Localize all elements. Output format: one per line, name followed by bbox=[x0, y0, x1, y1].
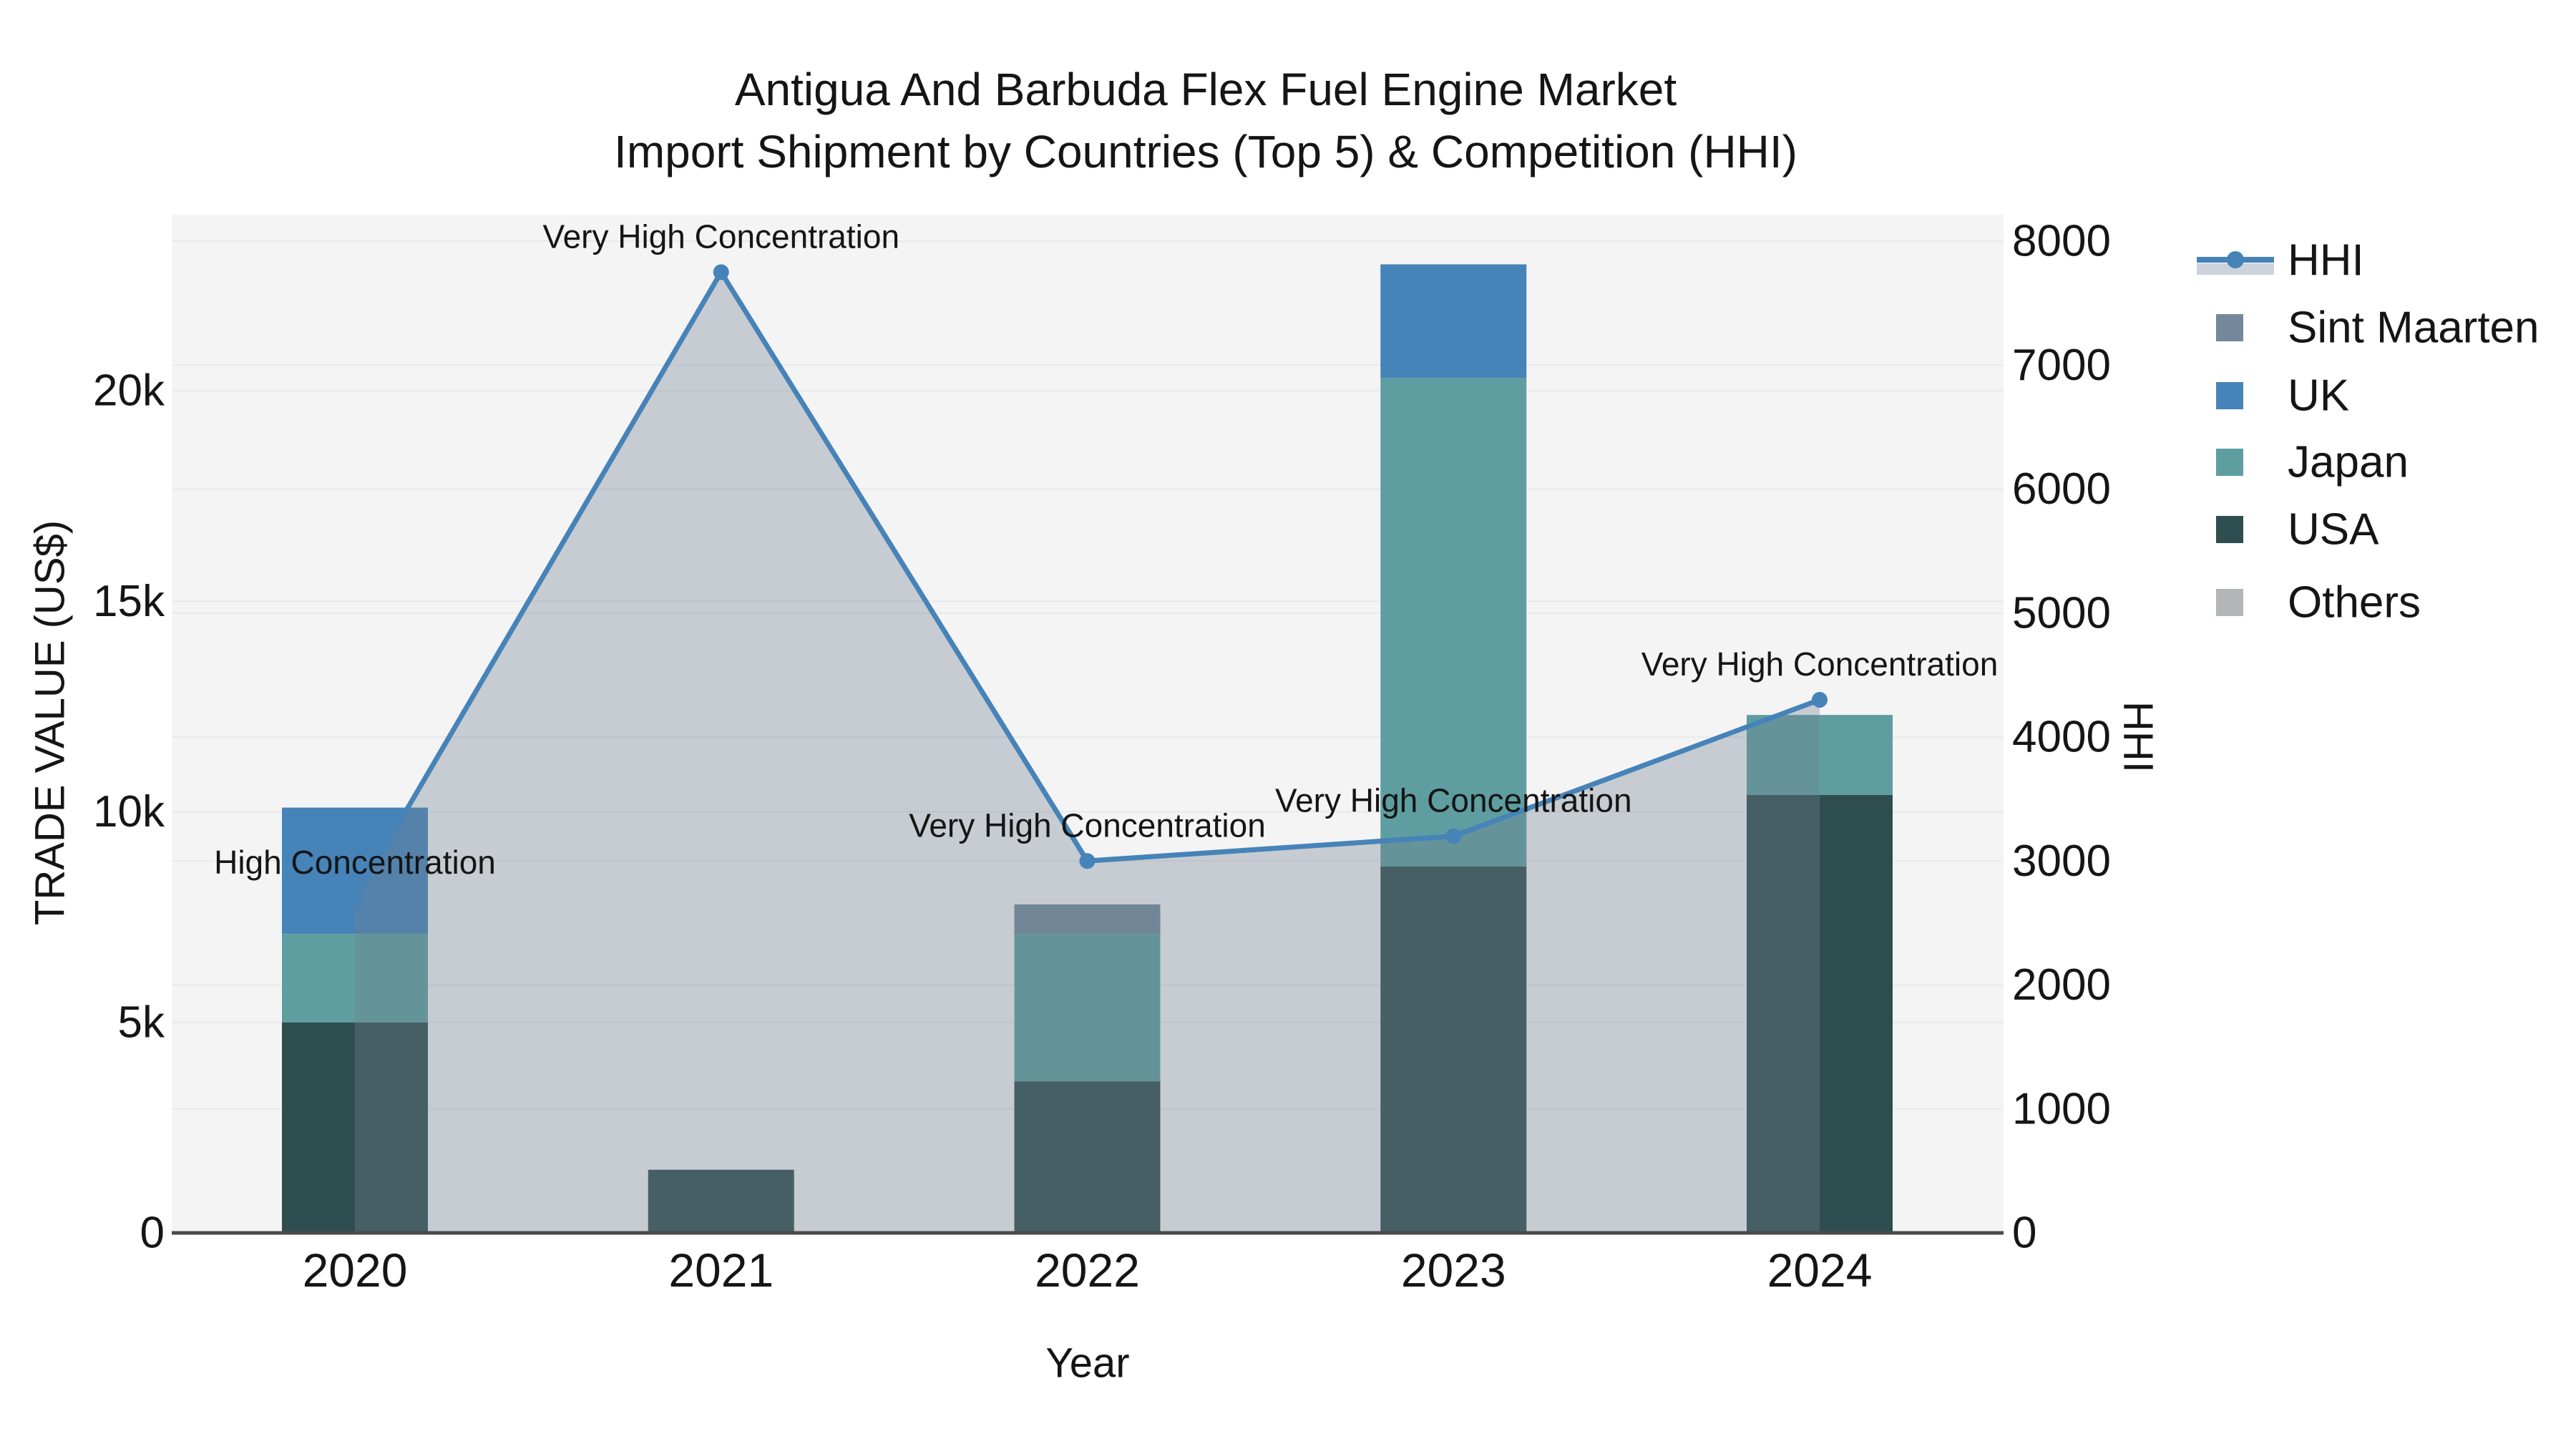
x-tick-label-2021: 2021 bbox=[668, 1244, 774, 1297]
y-right-tick-label: 1000 bbox=[2012, 1084, 2111, 1133]
y-right-tick-label: 2000 bbox=[2012, 960, 2111, 1010]
legend-label: USA bbox=[2288, 505, 2379, 555]
x-tick-label-2022: 2022 bbox=[1035, 1244, 1140, 1297]
x-tick-label-2023: 2023 bbox=[1401, 1244, 1506, 1297]
chart-canvas: Antigua And Barbuda Flex Fuel Engine Mar… bbox=[27, 64, 2540, 1387]
y-left-tick-label: 5k bbox=[118, 997, 165, 1047]
hhi-marker-2022 bbox=[1079, 853, 1096, 869]
y-left-tick-label: 0 bbox=[140, 1209, 165, 1258]
y-right-tick-label: 8000 bbox=[2012, 217, 2111, 266]
legend-label: Sint Maarten bbox=[2288, 303, 2540, 353]
legend-label: Others bbox=[2288, 578, 2421, 628]
y-right-tick-label: 7000 bbox=[2012, 341, 2111, 390]
hhi-marker-2020 bbox=[347, 890, 363, 907]
y-right-tick-label: 3000 bbox=[2012, 836, 2111, 886]
annotation-2020: High Concentration bbox=[214, 844, 496, 881]
legend-item-uk: UK bbox=[2216, 371, 2349, 421]
legend-label: HHI bbox=[2288, 236, 2364, 286]
x-tick-label-2020: 2020 bbox=[303, 1244, 408, 1297]
hhi-marker-legend-icon bbox=[2227, 251, 2244, 268]
plot-area: High Concentration Very High Concentratio… bbox=[93, 215, 2111, 1297]
x-axis-title: Year bbox=[1045, 1340, 1129, 1387]
y-right-tick-label: 6000 bbox=[2012, 464, 2111, 514]
legend: HHI Sint Maarten UK Japan USA Others bbox=[2197, 236, 2540, 628]
legend-color-swatch bbox=[2216, 589, 2243, 616]
annotation-2024: Very High Concentration bbox=[1641, 645, 1999, 683]
chart-title-line1: Antigua And Barbuda Flex Fuel Engine Mar… bbox=[735, 64, 1677, 115]
legend-color-swatch bbox=[2216, 382, 2243, 409]
bar-segment-uk-2023 bbox=[1380, 264, 1527, 379]
hhi-marker-2024 bbox=[1812, 692, 1828, 708]
legend-item-sint-maarten: Sint Maarten bbox=[2216, 303, 2540, 353]
annotation-2022: Very High Concentration bbox=[909, 806, 1266, 844]
y-right-tick-label: 5000 bbox=[2012, 588, 2111, 638]
chart-title-line2: Import Shipment by Countries (Top 5) & C… bbox=[614, 126, 1797, 177]
legend-item-usa: USA bbox=[2216, 505, 2379, 555]
legend-item-others: Others bbox=[2216, 578, 2421, 628]
annotation-2023: Very High Concentration bbox=[1275, 782, 1632, 819]
y-left-tick-label: 15k bbox=[93, 577, 165, 626]
hhi-marker-2021 bbox=[713, 264, 729, 280]
legend-color-swatch bbox=[2216, 314, 2243, 341]
y-right-tick-label: 4000 bbox=[2012, 713, 2111, 762]
y-right-axis-title: HHI bbox=[2115, 701, 2162, 773]
y-left-tick-label: 10k bbox=[93, 787, 165, 836]
x-tick-label-2024: 2024 bbox=[1767, 1244, 1873, 1297]
y-left-axis-title: TRADE VALUE (US$) bbox=[27, 520, 74, 925]
y-right-tick-label: 0 bbox=[2012, 1209, 2036, 1258]
legend-item-japan: Japan bbox=[2216, 438, 2409, 487]
chart-figure: Antigua And Barbuda Flex Fuel Engine Mar… bbox=[0, 0, 2576, 1449]
annotation-2021: Very High Concentration bbox=[542, 218, 899, 255]
legend-item-hhi: HHI bbox=[2197, 236, 2364, 286]
hhi-marker-2023 bbox=[1445, 828, 1462, 844]
legend-label: UK bbox=[2288, 371, 2349, 421]
legend-label: Japan bbox=[2288, 438, 2409, 487]
legend-color-swatch bbox=[2216, 516, 2243, 543]
y-left-tick-label: 20k bbox=[93, 366, 165, 416]
legend-color-swatch bbox=[2216, 449, 2243, 476]
